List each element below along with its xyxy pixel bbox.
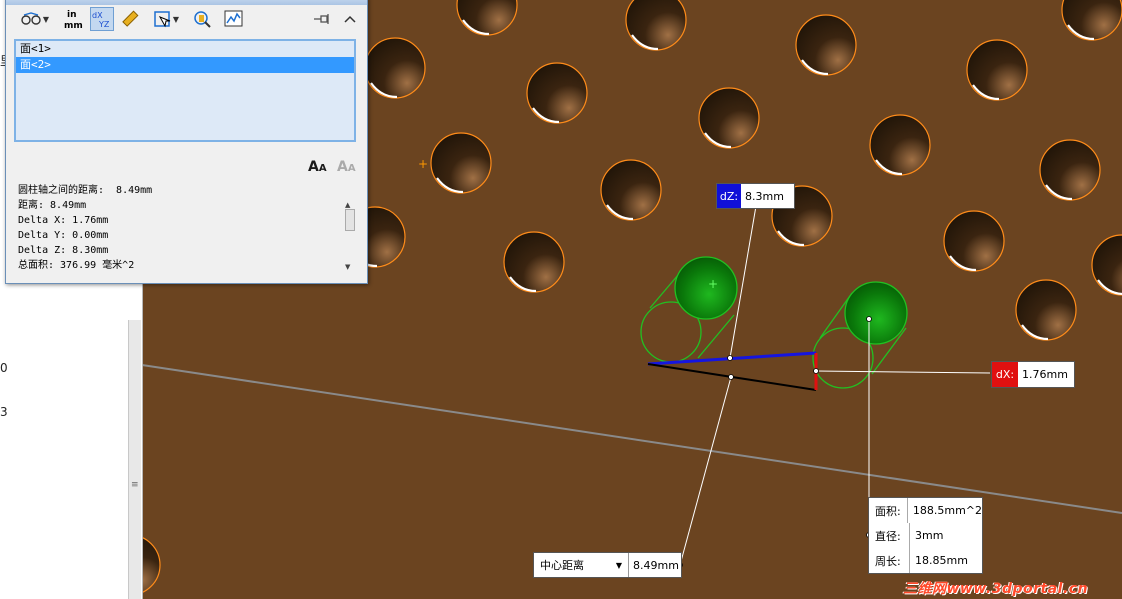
prop-label: 面积: [869,498,908,523]
svg-text:mm: mm [64,21,83,30]
scroll-down-icon[interactable]: ▼ [345,263,350,271]
center-distance-value: 8.49mm [633,558,679,572]
units-icon[interactable]: in mm [62,7,86,31]
result-line: 总面积: 376.99 毫米^2 [18,260,135,271]
prop-label: 周长: [869,548,910,573]
hole[interactable] [1061,0,1122,41]
result-line: Delta X: 1.76mm [18,215,109,226]
results-scrollbar[interactable]: ▲ ▼ [344,201,356,271]
measure-toolbar: ▼ in mm dX YZ ▼ [10,7,365,33]
font-size-decrease-icon[interactable]: AA [337,159,356,175]
projection-icon[interactable]: ▼ [146,7,186,31]
hole[interactable] [698,87,760,149]
hole[interactable] [430,132,492,194]
svg-text:in: in [67,10,77,20]
hole[interactable] [943,210,1005,272]
selection-item[interactable]: 面<1> [16,41,354,57]
arc-options-icon[interactable]: ▼ [18,7,52,31]
center-distance-callout[interactable]: 中心距离 ▼ 8.49mm [533,552,682,578]
prop-value: 18.85mm [915,554,968,567]
hole[interactable] [966,39,1028,101]
scroll-thumb[interactable] [345,209,355,231]
face-prop-row: 直径: 3mm [869,523,982,548]
hole[interactable] [600,159,662,221]
graph-icon[interactable] [222,7,246,31]
font-size-increase-icon[interactable]: AA [308,159,327,175]
svg-text:dX: dX [92,11,103,20]
tree-scrollbar[interactable]: ≡ [128,320,141,599]
scroll-up-icon[interactable]: ▲ [345,201,350,209]
distance-type-dropdown[interactable]: 中心距离 ▼ [534,553,629,577]
dz-callout[interactable]: dZ: 8.3mm [716,183,795,209]
hole[interactable] [456,0,518,36]
result-line: 距离: 8.49mm [18,200,87,211]
result-line: 圆柱轴之间的距离: 8.49mm [18,185,153,196]
hole[interactable] [869,114,931,176]
prop-value: 3mm [915,529,944,542]
watermark: 三维网www.3dportal.cn [903,581,1089,597]
collapse-icon[interactable] [338,7,362,31]
face-prop-row: 面积: 188.5mm^2 [869,498,982,523]
hole[interactable] [364,37,426,99]
svg-text:+: + [708,277,718,291]
prop-value: 188.5mm^2 [912,504,982,517]
scroll-grip-icon[interactable]: ≡ [131,480,139,490]
selection-list[interactable]: 面<1> 面<2> [14,39,356,142]
dx-value: 1.76mm [1022,368,1068,381]
svg-text:YZ: YZ [98,20,110,29]
tree-fragment: 3 [0,405,8,419]
measure-results: 圆柱轴之间的距离: 8.49mm 距离: 8.49mm Delta X: 1.7… [14,183,356,275]
face-properties-callout[interactable]: 面积: 188.5mm^2 直径: 3mm 周长: 18.85mm [868,497,983,574]
selection-item-active[interactable]: 面<2> [16,57,354,73]
result-line: Delta Y: 0.00mm [18,230,109,241]
pin-icon[interactable] [310,7,334,31]
tree-fragment: 0 [0,361,8,375]
dz-label: dZ: [717,184,741,208]
window-titlebar[interactable] [6,0,367,5]
hole[interactable] [795,14,857,76]
hole[interactable] [1039,139,1101,201]
selected-cylinder-1[interactable]: + [640,256,738,363]
distance-type-label: 中心距离 [540,559,584,572]
chevron-down-icon[interactable]: ▼ [616,561,622,570]
hole[interactable] [526,62,588,124]
sensor-icon[interactable] [190,7,214,31]
hole[interactable] [625,0,687,51]
hole[interactable] [1015,279,1077,341]
dz-value: 8.3mm [745,189,784,203]
face-prop-row: 周长: 18.85mm [869,548,982,573]
point-to-point-icon[interactable] [118,7,142,31]
xyz-delta-icon[interactable]: dX YZ [90,7,114,31]
dx-label: dX: [992,362,1018,387]
dx-callout[interactable]: dX: 1.76mm [991,361,1075,388]
origin-marker-icon: + [418,157,428,171]
measure-window: ▼ in mm dX YZ ▼ 面<1> 面<2> AA AA 圆柱轴之间的距离… [5,0,368,284]
prop-label: 直径: [869,523,910,548]
plane-edge-line [141,364,1122,514]
result-line: Delta Z: 8.30mm [18,245,109,256]
hole[interactable] [503,231,565,293]
hole[interactable] [1091,234,1122,296]
